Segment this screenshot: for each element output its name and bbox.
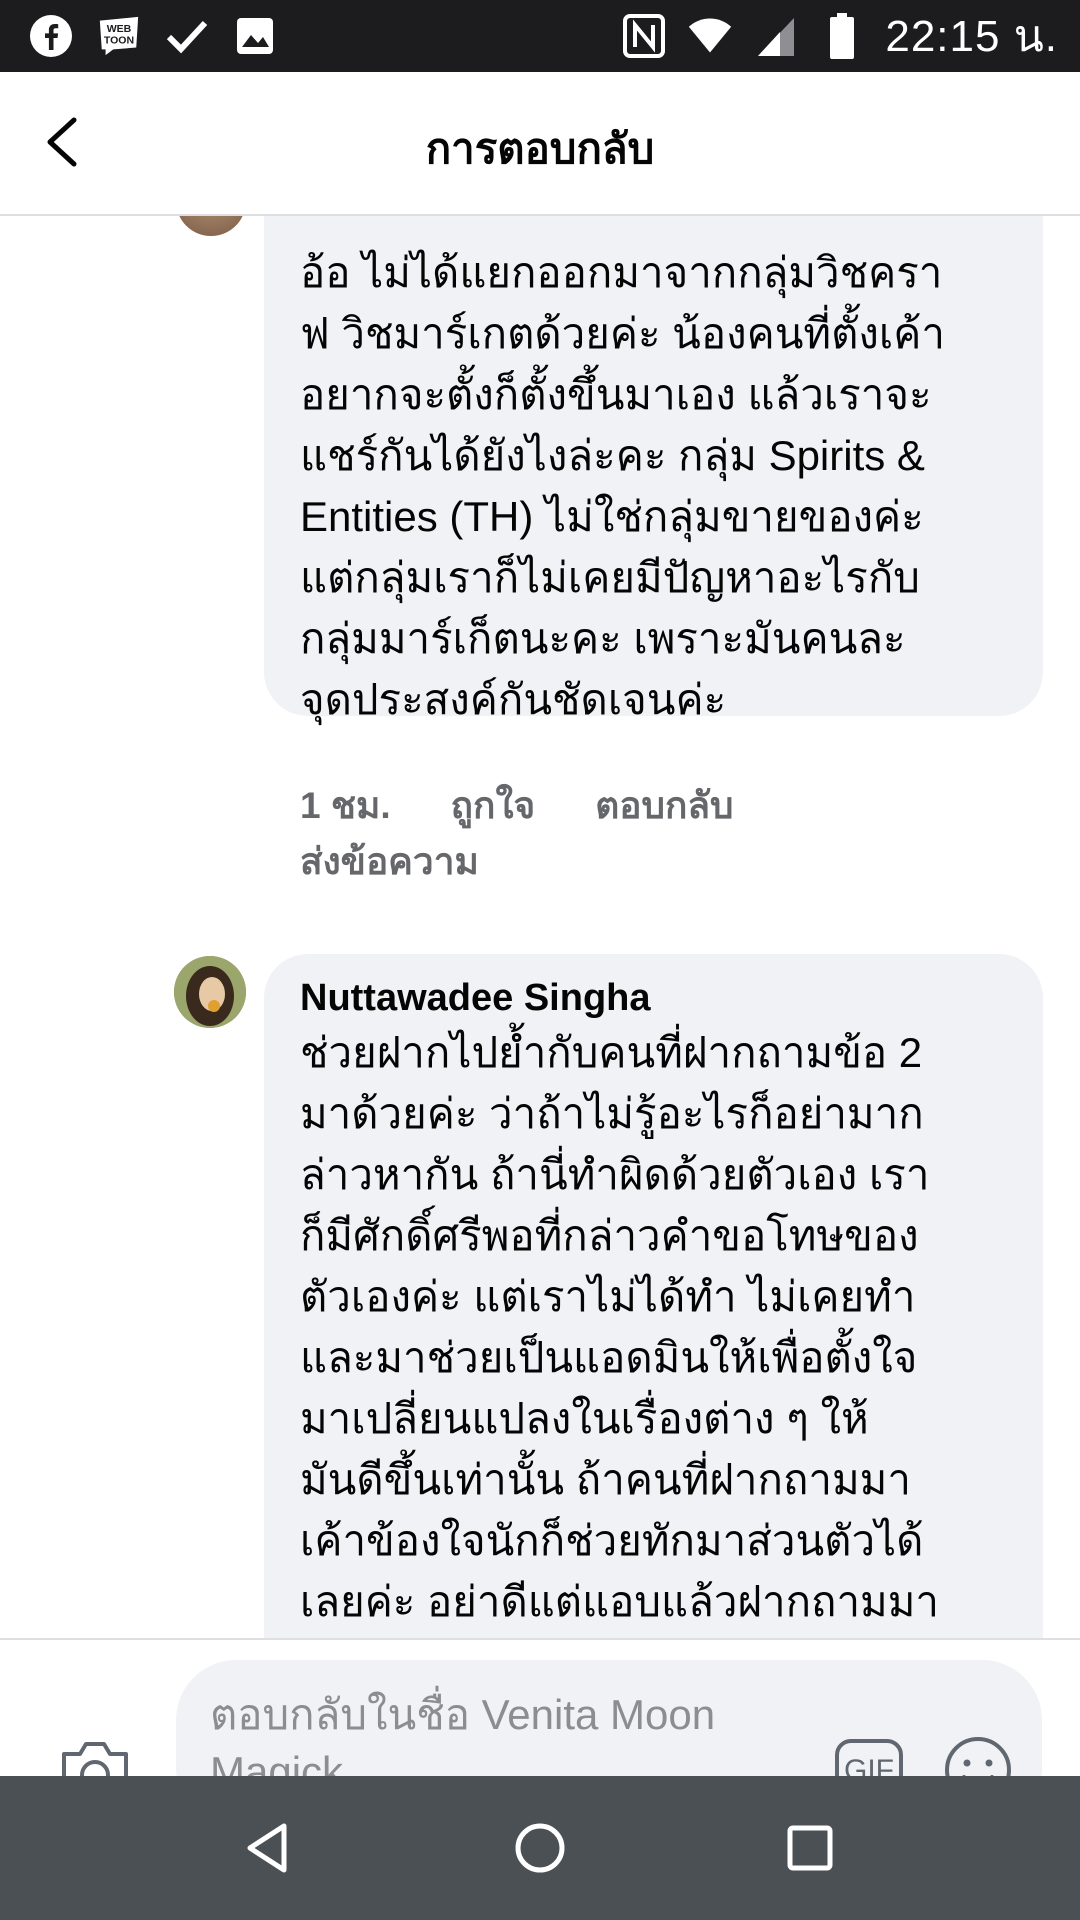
send-message-button[interactable]: ส่งข้อความ — [300, 832, 479, 891]
comment-time[interactable]: 1 ชม. — [300, 776, 391, 835]
image-icon — [232, 13, 278, 59]
notification-icons: WEB TOON — [28, 10, 278, 62]
nav-recents-button[interactable] — [780, 1818, 840, 1878]
emoji-button[interactable] — [944, 1736, 1012, 1776]
avatar[interactable] — [176, 216, 246, 236]
comment-author[interactable]: Nuttawadee Singha — [300, 954, 1009, 1022]
header: การตอบกลับ — [0, 72, 1080, 216]
wifi-icon — [687, 13, 733, 59]
check-icon — [164, 13, 210, 59]
comment-bubble[interactable]: Nuttawadee Singha ช่วยฝากไปย้ำกับคนที่ฝา… — [264, 954, 1043, 1638]
page-title: การตอบกลับ — [425, 125, 655, 172]
gif-icon: GIF — [835, 1739, 903, 1776]
reply-input[interactable]: ตอบกลับในชื่อ Venita Moon Magick GIF — [176, 1660, 1042, 1776]
comment-bubble[interactable]: อ้อ ไม่ได้แยกออกมาจากกลุ่มวิชครา ฟ วิชมา… — [264, 216, 1043, 723]
webtoon-icon: WEB TOON — [96, 13, 142, 59]
circle-home-icon — [515, 1823, 565, 1873]
triangle-back-icon — [247, 1823, 287, 1873]
reply-placeholder: ตอบกลับในชื่อ Venita Moon Magick — [210, 1691, 716, 1776]
svg-text:TOON: TOON — [104, 35, 134, 47]
nav-back-button[interactable] — [240, 1818, 300, 1878]
comment-list[interactable]: อ้อ ไม่ได้แยกออกมาจากกลุ่มวิชครา ฟ วิชมา… — [0, 216, 1080, 1638]
system-navigation-bar — [0, 1776, 1080, 1920]
comment-actions: 1 ชม. ถูกใจ ตอบกลับ — [300, 776, 734, 835]
replies-sheet: การตอบกลับ อ้อ ไม่ได้แยกออกมาจากกลุ่มวิช… — [0, 72, 1080, 1776]
camera-icon — [62, 1742, 128, 1776]
svg-text:WEB: WEB — [107, 23, 132, 35]
gif-button[interactable]: GIF — [834, 1738, 904, 1776]
system-icons: 22:15 น. — [621, 8, 1058, 64]
facebook-icon — [28, 13, 74, 59]
avatar[interactable] — [174, 956, 246, 1028]
gif-label: GIF — [844, 1754, 894, 1776]
nav-home-button[interactable] — [510, 1818, 570, 1878]
comment-text: ช่วยฝากไปย้ำกับคนที่ฝากถามข้อ 2 มาด้วยค่… — [300, 1029, 940, 1625]
smiley-icon — [945, 1737, 1011, 1776]
status-time: 22:15 น. — [885, 12, 1058, 61]
reply-button[interactable]: ตอบกลับ — [595, 776, 733, 835]
comment-text: อ้อ ไม่ได้แยกออกมาจากกลุ่มวิชครา ฟ วิชมา… — [300, 249, 945, 723]
signal-icon — [753, 13, 799, 59]
status-bar: WEB TOON 22:15 น. — [0, 0, 1080, 72]
camera-button[interactable] — [58, 1738, 132, 1776]
battery-icon — [819, 13, 865, 59]
square-recents-icon — [787, 1825, 833, 1871]
nfc-icon — [621, 13, 667, 59]
like-button[interactable]: ถูกใจ — [451, 776, 536, 835]
reply-composer: ตอบกลับในชื่อ Venita Moon Magick GIF — [0, 1638, 1080, 1776]
avatar-photo — [174, 956, 246, 1028]
